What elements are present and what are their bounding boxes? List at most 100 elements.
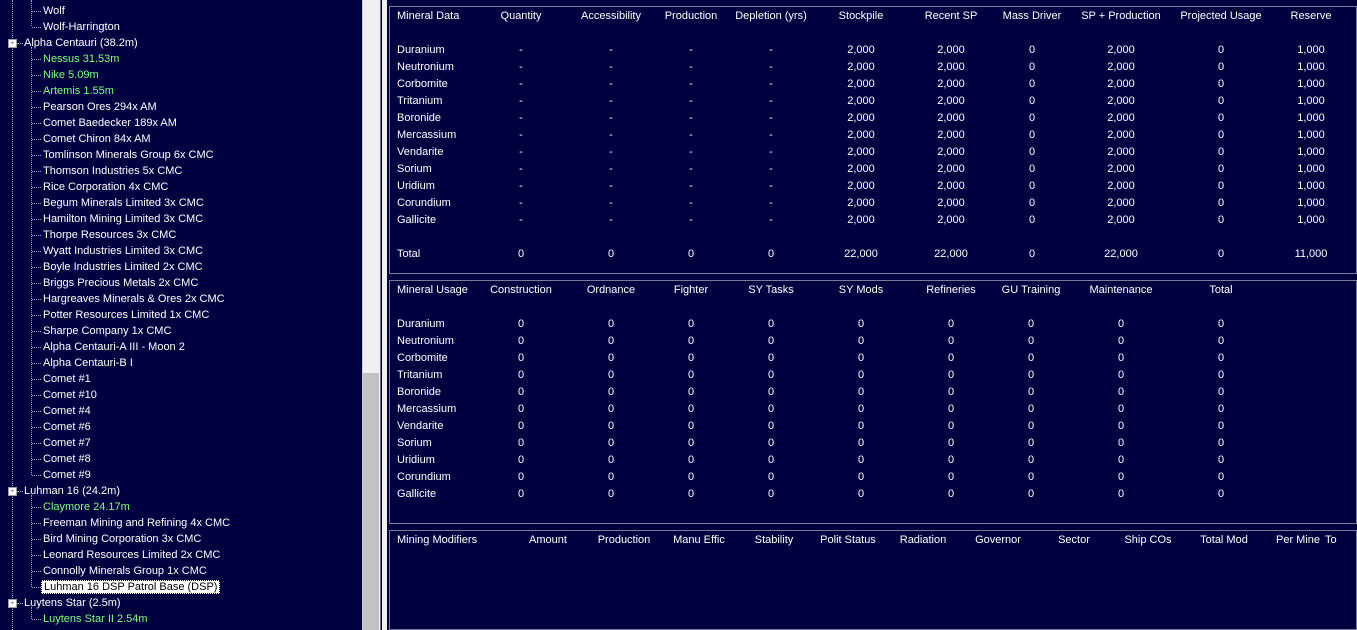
mineral-usage-cell: 0 [767,437,775,449]
tree-body-node[interactable]: Comet Chiron 84x AM [41,131,153,147]
mineral-data-cell: - [519,95,523,107]
tree-body-node[interactable]: Nessus 31.53m [41,51,121,67]
tree-body-node[interactable]: Pearson Ores 294x AM [41,99,159,115]
tree-body-node[interactable]: Comet Baedecker 189x AM [41,115,179,131]
mineral-usage-cell: 0 [1217,386,1225,398]
tree-connector [32,155,41,156]
tree-system-node[interactable]: Alpha Centauri (38.2m) [22,35,140,51]
tree-connector [32,331,41,332]
tree-connector [32,299,41,300]
mineral-usage-cell: 0 [767,352,775,364]
tree-body-node[interactable]: Freeman Mining and Refining 4x CMC [41,515,232,531]
tree-body-node[interactable]: Comet #6 [41,419,93,435]
tree-body-node[interactable]: Bird Mining Corporation 3x CMC [41,531,203,547]
mineral-usage-cell: 0 [1117,386,1125,398]
tree-body-node[interactable]: Hamilton Mining Limited 3x CMC [41,211,205,227]
mineral-usage-cell: 0 [517,454,525,466]
mineral-data-cell: 2,000 [847,112,875,124]
tree-scrollbar-thumb[interactable] [363,373,379,630]
mineral-usage-cell: 0 [517,403,525,415]
mineral-data-cell: 1,000 [1297,95,1325,107]
collapse-icon[interactable]: - [8,39,17,48]
mineral-data-cell: - [769,78,773,90]
tree-body-node[interactable]: Potter Resources Limited 1x CMC [41,307,211,323]
tree-body-node[interactable]: Artemis 1.55m [41,83,116,99]
mineral-data-cell: 2,000 [847,214,875,226]
tree-connector [32,347,41,348]
mineral-total-cell: 22,000 [1104,248,1138,260]
mineral-usage-cell: 0 [1027,437,1035,449]
mineral-total-cell: 22,000 [844,248,878,260]
mineral-usage-header: Total [1209,284,1233,296]
mineral-usage-cell: 0 [767,335,775,347]
tree-body-node[interactable]: Thorpe Resources 3x CMC [41,227,178,243]
mineral-usage-cell: 0 [1027,386,1035,398]
tree-body-node[interactable]: Comet #7 [41,435,93,451]
tree-body-node[interactable]: Comet #10 [41,387,99,403]
tree-body-node[interactable]: Wyatt Industries Limited 3x CMC [41,243,205,259]
tree-body-node[interactable]: Briggs Precious Metals 2x CMC [41,275,200,291]
mineral-total-cell: 0 [767,248,775,260]
mineral-usage-header: Mineral Usage [397,284,468,296]
mineral-usage-cell: 0 [1027,403,1035,415]
mining-modifiers-header: Governor [975,534,1021,546]
tree-body-node[interactable]: Comet #4 [41,403,93,419]
tree-body-node[interactable]: Sharpe Company 1x CMC [41,323,173,339]
mineral-usage-cell: 0 [1117,454,1125,466]
tree-body-node[interactable]: Comet #9 [41,467,93,483]
tree-system-node[interactable]: Luytens Star (2.5m) [22,595,123,611]
tree-body-node[interactable]: Tomlinson Minerals Group 6x CMC [41,147,216,163]
tree-connector [32,75,41,76]
tree-connector [32,27,41,28]
tree-body-node[interactable]: Luhman 16 DSP Patrol Base (DSP) [41,579,221,595]
mineral-data-cell: 0 [1217,163,1225,175]
mineral-data-cell: - [519,163,523,175]
tree-content: Wolf Wolf-Harrington Alpha Centauri (38.2m… [0,0,362,630]
mining-modifiers-header: Radiation [899,534,947,546]
panel-splitter[interactable] [382,0,387,630]
tree-body-node[interactable]: Nike 5.09m [41,67,101,83]
tree-node-label: Wyatt Industries Limited 3x CMC [43,245,204,257]
tree-body-node[interactable]: Comet #8 [41,451,93,467]
tree-node-label: Comet #10 [43,389,97,401]
tree-body-node[interactable]: Wolf-Harrington [41,19,122,35]
mineral-data-cell: - [519,197,523,209]
mineral-usage-cell: 0 [1117,437,1125,449]
tree-body-node[interactable]: Begum Minerals Limited 3x CMC [41,195,206,211]
mineral-data-cell: 2,000 [847,146,875,158]
mineral-usage-cell: 0 [1217,318,1225,330]
tree-body-node[interactable]: Alpha Centauri-A III - Moon 2 [41,339,187,355]
mineral-usage-cell: 0 [857,488,865,500]
mineral-usage-cell: 0 [1027,454,1035,466]
mineral-usage-cell: 0 [1217,488,1225,500]
mineral-total-cell: 0 [1028,248,1036,260]
tree-connector [32,523,41,524]
tree-connector [32,139,41,140]
tree-body-node[interactable]: Boyle Industries Limited 2x CMC [41,259,205,275]
tree-node-label: Nike 5.09m [43,69,99,81]
tree-body-node[interactable]: Leonard Resources Limited 2x CMC [41,547,222,563]
collapse-icon[interactable]: - [8,487,17,496]
tree-body-node[interactable]: Luytens Star II 2.54m [41,611,150,627]
tree-body-node[interactable]: Connolly Minerals Group 1x CMC [41,563,209,579]
tree-body-node[interactable]: Rice Corporation 4x CMC [41,179,170,195]
mineral-usage-cell: 0 [857,369,865,381]
tree-body-node[interactable]: Alpha Centauri-B I [41,355,135,371]
tree-body-node[interactable]: Thomson Industries 5x CMC [41,163,184,179]
tree-system-node[interactable]: Luhman 16 (24.2m) [22,483,122,499]
mining-modifiers-header: Stability [754,534,794,546]
tree-connector [32,187,41,188]
mineral-data-cell: - [769,129,773,141]
tree-connector [32,555,41,556]
mineral-data-cell: 2,000 [1107,78,1135,90]
mineral-data-cell: 0 [1217,112,1225,124]
tree-body-node[interactable]: Wolf [41,3,67,19]
collapse-icon[interactable]: - [8,599,17,608]
system-tree[interactable]: Wolf Wolf-Harrington Alpha Centauri (38.2m… [0,0,381,630]
mineral-usage-header: SY Mods [838,284,884,296]
tree-body-node[interactable]: Comet #1 [41,371,93,387]
tree-body-node[interactable]: Claymore 24.17m [41,499,132,515]
mineral-data-header: Stockpile [838,10,884,22]
tree-body-node[interactable]: Hargreaves Minerals & Ores 2x CMC [41,291,227,307]
tree-guide-line [31,0,32,26]
